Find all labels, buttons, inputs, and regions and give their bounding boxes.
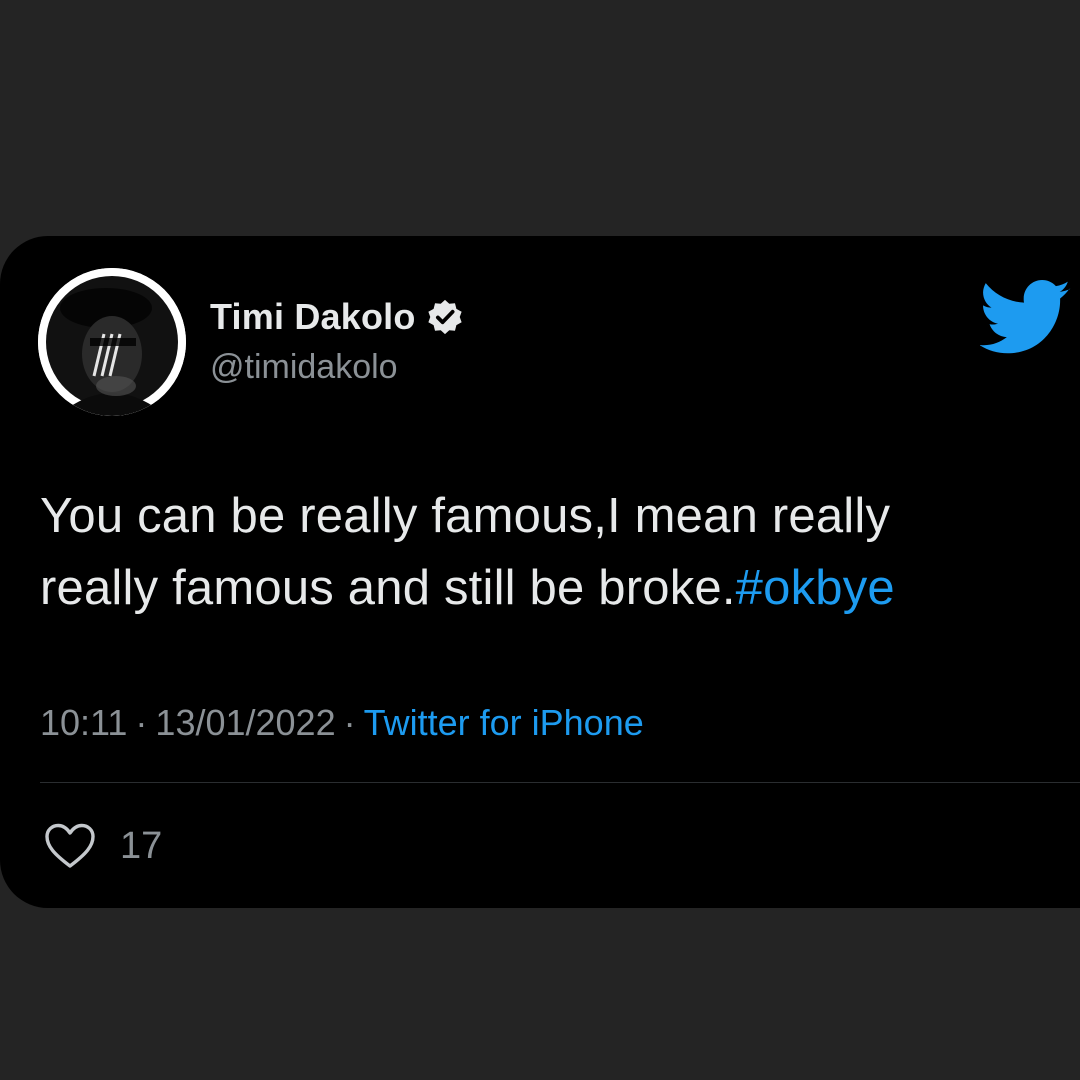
avatar[interactable] xyxy=(38,268,186,416)
meta-separator: · xyxy=(135,702,148,743)
like-action[interactable]: 17 xyxy=(44,822,162,870)
tweet-metadata: 10:11 · 13/01/2022 · Twitter for iPhone xyxy=(40,702,644,744)
tweet-text-line: You can be really famous,I mean really xyxy=(40,489,891,543)
tweet-text: You can be really famous,I mean really r… xyxy=(40,480,1070,624)
author-handle[interactable]: @timidakolo xyxy=(210,348,398,387)
author-name-row[interactable]: Timi Dakolo xyxy=(210,296,464,338)
avatar-portrait xyxy=(38,268,186,416)
tweet-time[interactable]: 10:11 xyxy=(40,702,127,743)
tweet-date[interactable]: 13/01/2022 xyxy=(155,702,335,743)
tweet-source-link[interactable]: Twitter for iPhone xyxy=(364,702,644,743)
meta-separator: · xyxy=(343,702,356,743)
tweet-text-segment: really famous and still be broke. xyxy=(40,561,736,615)
twitter-bird-icon xyxy=(980,278,1072,358)
like-count: 17 xyxy=(120,824,163,867)
divider xyxy=(40,782,1080,783)
verified-badge-icon xyxy=(426,298,464,336)
tweet-text-line: really famous and still be broke.#okbye xyxy=(40,552,1070,624)
tweet-card[interactable]: Timi Dakolo @timidakolo You can be reall… xyxy=(0,236,1080,908)
display-name[interactable]: Timi Dakolo xyxy=(210,296,416,338)
heart-outline-icon[interactable] xyxy=(44,822,96,870)
hashtag-link[interactable]: #okbye xyxy=(736,561,895,615)
